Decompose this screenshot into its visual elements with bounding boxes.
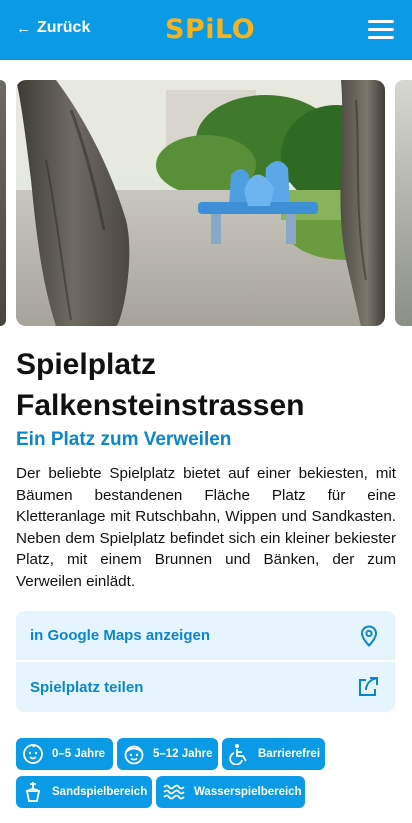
playground-description: Der beliebte Spielplatz bietet auf einer… xyxy=(16,465,396,590)
sand-bucket-icon xyxy=(25,782,41,802)
playground-subtitle: Ein Platz zum Verweilen xyxy=(16,429,232,450)
spilo-logo[interactable]: SPiLO xyxy=(165,14,255,45)
arrow-left-icon: ← xyxy=(16,19,31,37)
google-maps-label: in Google Maps anzeigen xyxy=(30,627,211,644)
child-face-icon xyxy=(124,745,144,765)
action-list: in Google Maps anzeigen Spielplatz teile… xyxy=(16,611,395,712)
google-maps-button[interactable]: in Google Maps anzeigen xyxy=(16,611,395,662)
baby-face-icon xyxy=(23,744,43,764)
tag-label: Sandspielbereich xyxy=(52,786,148,798)
tag-water-area[interactable]: Wasserspielbereich xyxy=(156,776,305,808)
playground-title: Spielplatz Falkensteinstrassen xyxy=(16,348,305,422)
tag-accessible[interactable]: Barrierefrei xyxy=(222,738,325,770)
tag-label: Barrierefrei xyxy=(258,748,321,760)
share-playground-button[interactable]: Spielplatz teilen xyxy=(16,662,395,712)
water-waves-icon xyxy=(163,784,185,800)
tag-label: Wasserspielbereich xyxy=(194,786,302,798)
back-label: Zurück xyxy=(37,19,91,36)
hamburger-menu-icon[interactable] xyxy=(368,20,394,40)
tag-label: 5–12 Jahre xyxy=(153,748,213,760)
playground-photo xyxy=(16,80,385,326)
next-image-peek[interactable] xyxy=(395,80,412,326)
tag-sand-area[interactable]: Sandspielbereich xyxy=(16,776,152,808)
tag-age-5-12[interactable]: 5–12 Jahre xyxy=(117,738,218,770)
top-app-bar: ← Zurück SPiLO xyxy=(0,0,412,60)
image-carousel[interactable] xyxy=(0,60,412,340)
location-pin-icon xyxy=(360,624,378,647)
share-label: Spielplatz teilen xyxy=(30,678,144,696)
share-icon xyxy=(359,677,378,696)
wheelchair-icon xyxy=(229,744,247,765)
tag-age-0-5[interactable]: 0–5 Jahre xyxy=(16,738,113,770)
back-button[interactable]: ← Zurück xyxy=(16,19,90,37)
tag-label: 0–5 Jahre xyxy=(52,748,106,760)
previous-image-peek[interactable] xyxy=(0,80,6,326)
